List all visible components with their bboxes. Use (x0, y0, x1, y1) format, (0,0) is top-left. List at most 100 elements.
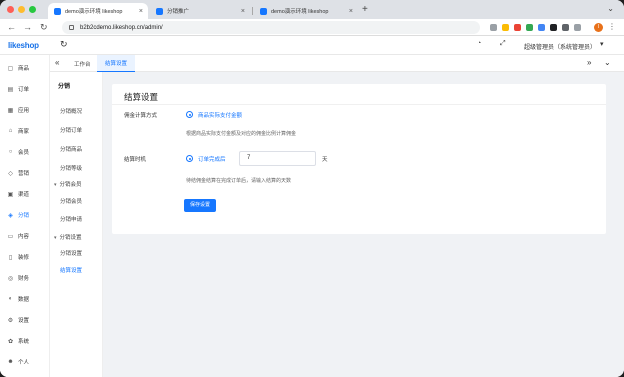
close-tab-icon[interactable]: × (139, 8, 143, 15)
tab-settlement[interactable]: 结算设置 (97, 55, 136, 72)
subnav-item-applications[interactable]: 分销申请 (60, 215, 82, 223)
back-arrow-icon[interactable]: ← (7, 22, 16, 32)
sidebar-item-apps[interactable]: ▦ 应用 (0, 103, 50, 117)
tabs-menu-chevron-icon[interactable]: ⌄ (604, 58, 611, 67)
collapse-menu-icon[interactable]: « (55, 58, 59, 67)
sidebar-item-label: 渠道 (18, 192, 30, 198)
sidebar-item-label: 个人 (18, 360, 30, 366)
bookmark-star-icon[interactable] (502, 24, 509, 31)
subnav-item-orders[interactable]: 分销订单 (60, 126, 82, 134)
sidebar-item-data[interactable]: ◐ 数据 (0, 292, 50, 306)
subnav-group-settings[interactable]: 分销设置 (54, 233, 82, 241)
sidebar-item-content[interactable]: ▭ 内容 (0, 229, 50, 243)
address-bar-row: ← → ↻ b2b2cdemo.likeshop.cn/admin/ I ⋮ (0, 19, 624, 36)
sidebar-item-label: 数据 (18, 297, 30, 303)
close-window-button[interactable] (7, 6, 14, 13)
card-title: 结算设置 (124, 92, 159, 102)
extension-icon[interactable] (550, 24, 557, 31)
share-icon[interactable] (490, 24, 497, 31)
sidebar-item-finance[interactable]: ◎ 财务 (0, 271, 50, 285)
subnav-item-settings[interactable]: 分销设置 (60, 249, 82, 257)
admin-user-label[interactable]: 超级管理员（系统管理员） (524, 42, 596, 51)
main-sidebar: ▢ 商品 ▤ 订单 ▦ 应用 ⌂ 商家 ○ 会员 ◇ 营销 ▣ 渠道 ◈ 分销 ▭ 内容 ▯ 装修 … (0, 55, 50, 377)
subnav-item-overview[interactable]: 分销概况 (60, 107, 82, 115)
sidepanel-icon[interactable] (574, 24, 581, 31)
sidebar-item-label: 装修 (18, 255, 30, 261)
close-tab-icon[interactable]: × (241, 8, 245, 15)
sidebar-item-orders[interactable]: ▤ 订单 (0, 82, 50, 96)
sidebar-item-decorate[interactable]: ▯ 装修 (0, 250, 50, 264)
subnav-item-settlement[interactable]: 结算设置 (60, 266, 82, 274)
extension-icon[interactable] (526, 24, 533, 31)
sidebar-item-marketing[interactable]: ◇ 营销 (0, 166, 50, 180)
gift-icon: ◇ (8, 170, 13, 177)
settle-timing-option[interactable]: 订单完成后 (198, 155, 226, 163)
tab-search-chevron-icon[interactable]: ⌄ (607, 4, 614, 13)
bag-icon: ▢ (7, 65, 14, 72)
settle-timing-radio[interactable] (186, 155, 193, 162)
subnav-item-members[interactable]: 分销会员 (60, 197, 82, 205)
sidebar-item-label: 财务 (18, 276, 30, 282)
sidebar-item-label: 设置 (18, 318, 30, 324)
settle-timing-hint: 待结佣金结算在完成订单后，请输入结算的天数 (186, 178, 292, 184)
browser-menu-icon[interactable]: ⋮ (608, 22, 616, 31)
distribution-subnav: 分销 分销概况 分销订单 分销商品 分销等级 分销会员 分销会员 分销申请 分销… (50, 55, 103, 377)
system-icon: ✿ (7, 338, 14, 345)
commission-method-radio[interactable] (186, 111, 193, 118)
settle-days-input[interactable]: 7 (239, 151, 316, 166)
sidebar-item-goods[interactable]: ▢ 商品 (0, 61, 50, 75)
browser-tab-3[interactable]: demo演示环境 likeshop × (254, 3, 358, 19)
minimize-window-button[interactable] (18, 6, 25, 13)
sidebar-item-merchants[interactable]: ⌂ 商家 (0, 124, 50, 138)
browser-window: demo演示环境 likeshop × 分销推广 × demo演示环境 like… (0, 0, 624, 377)
subnav-item-levels[interactable]: 分销等级 (60, 164, 82, 172)
sidebar-item-label: 分销 (18, 213, 30, 219)
profile-avatar[interactable]: I (594, 23, 603, 32)
sidebar-item-settings[interactable]: ⚙ 设置 (0, 313, 50, 327)
forward-arrow-icon[interactable]: → (23, 22, 32, 32)
maximize-window-button[interactable] (29, 6, 36, 13)
sidebar-item-label: 内容 (18, 234, 30, 240)
settlement-settings-card: 结算设置 佣金计算方式 商品实际支付金额 根据商品实际支付金额及对应的佣金比例计… (112, 84, 606, 234)
close-tab-icon[interactable]: × (349, 8, 353, 15)
sidebar-item-personal[interactable]: ☻ 个人 (0, 355, 50, 369)
share-icon: ◈ (8, 212, 13, 219)
lock-icon (69, 25, 74, 30)
tab-workbench[interactable]: 工作台 (66, 55, 99, 72)
save-settings-button[interactable]: 保存设置 (184, 199, 216, 212)
sidebar-item-channels[interactable]: ▣ 渠道 (0, 187, 50, 201)
subnav-item-goods[interactable]: 分销商品 (60, 145, 82, 153)
browser-tab-2[interactable]: 分销推广 × (150, 3, 250, 19)
browser-tab-1[interactable]: demo演示环境 likeshop × (48, 3, 148, 19)
admin-app: likeshop ↻ ◔ ⤢ 超级管理员（系统管理员） ▾ ▢ 商品 ▤ 订单 ▦ 应… (0, 36, 624, 377)
site-favicon-icon (54, 7, 61, 15)
puzzle-icon[interactable] (562, 24, 569, 31)
refresh-icon[interactable]: ↻ (60, 39, 68, 50)
fullscreen-icon[interactable]: ⤢ (500, 40, 506, 48)
commission-method-option[interactable]: 商品实际支付金额 (198, 111, 242, 119)
url-field[interactable]: b2b2cdemo.likeshop.cn/admin/ (62, 21, 480, 34)
extension-icon[interactable] (514, 24, 521, 31)
url-text: b2b2cdemo.likeshop.cn/admin/ (80, 24, 163, 31)
sidebar-item-label: 商家 (18, 129, 30, 135)
site-favicon-icon (156, 7, 163, 15)
notification-icon[interactable]: ◔ (477, 40, 481, 47)
sidebar-item-system[interactable]: ✿ 系统 (0, 334, 50, 348)
sidebar-item-label: 营销 (18, 171, 30, 177)
caret-down-icon[interactable]: ▾ (600, 40, 604, 48)
subnav-group-members[interactable]: 分销会员 (54, 180, 82, 188)
browser-tab-label: 分销推广 (167, 9, 190, 15)
site-favicon-icon (260, 7, 267, 15)
app-logo[interactable]: likeshop (8, 41, 39, 50)
sidebar-item-members[interactable]: ○ 会员 (0, 145, 50, 159)
shop-icon: ⌂ (8, 128, 13, 134)
sidebar-item-distribution[interactable]: ◈ 分销 (0, 208, 50, 222)
browser-tab-label: demo演示环境 likeshop (65, 9, 123, 15)
decorate-icon: ▯ (8, 254, 13, 261)
channel-icon: ▣ (7, 191, 14, 198)
settle-timing-label: 结算时机 (124, 157, 147, 163)
new-tab-icon[interactable]: + (362, 4, 368, 15)
extension-icon[interactable] (538, 24, 545, 31)
scroll-tabs-right-icon[interactable]: » (587, 58, 591, 67)
reload-icon[interactable]: ↻ (40, 22, 48, 32)
